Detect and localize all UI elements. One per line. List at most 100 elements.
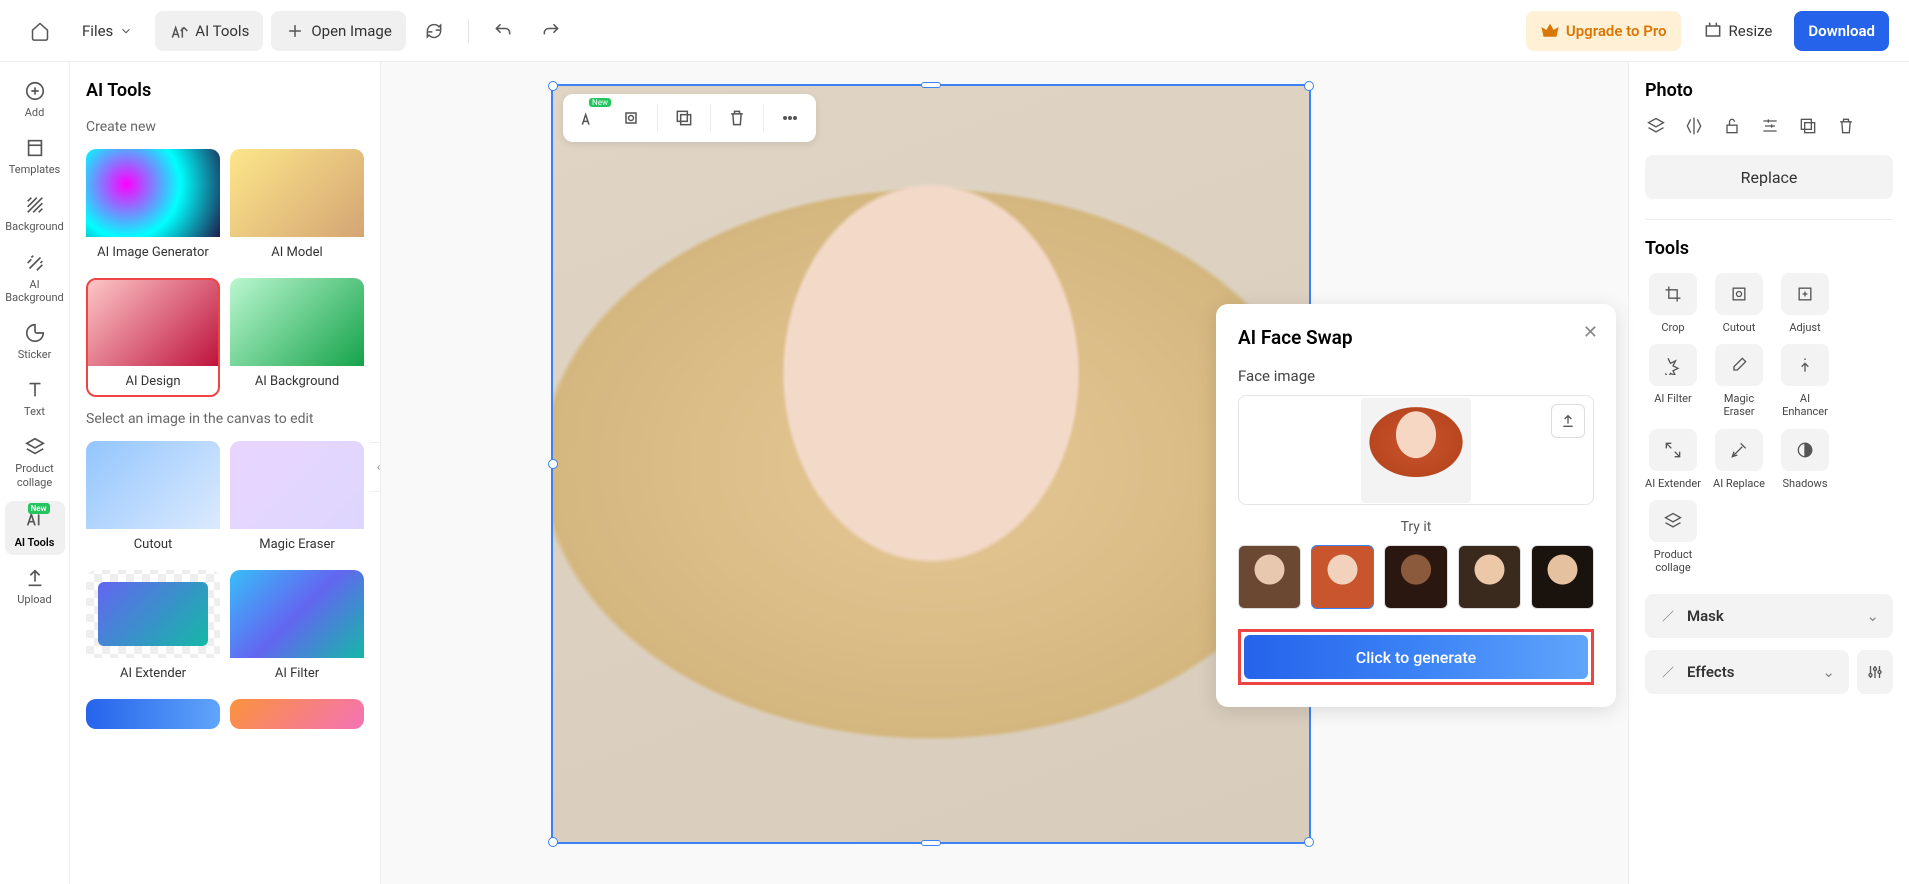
tool-ai-enhancer[interactable]: AI Enhancer — [1777, 344, 1833, 418]
nav-templates[interactable]: Templates — [5, 131, 65, 182]
upload-face-button[interactable] — [1551, 404, 1585, 438]
files-label: Files — [82, 22, 113, 40]
canvas-image[interactable]: New — [551, 84, 1311, 844]
files-menu[interactable]: Files — [68, 11, 147, 51]
face-option-2[interactable] — [1311, 545, 1374, 609]
new-badge: New — [28, 503, 50, 515]
nav-ai-background[interactable]: AI Background — [5, 246, 65, 310]
card-ai-model[interactable]: AI Model — [230, 149, 364, 268]
resize-handle-tl[interactable] — [548, 81, 558, 91]
selected-face-preview — [1361, 398, 1471, 503]
home-icon[interactable] — [20, 11, 60, 51]
select-hint: Select an image in the canvas to edit — [86, 411, 364, 427]
photo-heading: Photo — [1645, 80, 1893, 101]
sync-icon[interactable] — [414, 11, 454, 51]
card-more-1[interactable] — [86, 699, 220, 729]
replace-button[interactable]: Replace — [1645, 155, 1893, 199]
ai-tools-panel: AI Tools Create new AI Image Generator A… — [70, 62, 380, 884]
lock-icon[interactable] — [1721, 115, 1743, 137]
crop-action-icon[interactable] — [611, 100, 651, 136]
panel-title: AI Tools — [86, 80, 364, 101]
canvas[interactable]: New AI Face Swap ✕ Face image Try it — [380, 62, 1629, 884]
resize-label: Resize — [1729, 22, 1773, 40]
card-ai-image-generator[interactable]: AI Image Generator — [86, 149, 220, 268]
undo-icon[interactable] — [483, 11, 523, 51]
card-ai-filter[interactable]: AI Filter — [230, 570, 364, 689]
ai-tools-button[interactable]: AI Tools — [155, 11, 263, 51]
right-panel: Photo Replace Tools Crop Cutout Adjust A… — [1629, 62, 1909, 884]
nav-sticker[interactable]: Sticker — [5, 316, 65, 367]
effects-accordion[interactable]: Effects ⌄ — [1645, 650, 1849, 694]
nav-background[interactable]: Background — [5, 188, 65, 239]
nav-add[interactable]: Add — [5, 74, 65, 125]
tool-product-collage[interactable]: Product collage — [1645, 500, 1701, 574]
tool-ai-extender[interactable]: AI Extender — [1645, 429, 1701, 490]
duplicate-icon[interactable] — [664, 100, 704, 136]
open-image-button[interactable]: Open Image — [271, 11, 405, 51]
copy-icon[interactable] — [1797, 115, 1819, 137]
selection-toolbar: New — [563, 94, 816, 142]
tool-ai-replace[interactable]: AI Replace — [1711, 429, 1767, 490]
resize-handle-l[interactable] — [548, 459, 558, 469]
chevron-down-icon: ⌄ — [1866, 607, 1879, 625]
resize-handle-t[interactable] — [921, 82, 941, 88]
left-nav: Add Templates Background AI Background S… — [0, 62, 70, 884]
face-option-4[interactable] — [1458, 545, 1521, 609]
delete-icon[interactable] — [717, 100, 757, 136]
nav-product-collage[interactable]: Product collage — [5, 430, 65, 494]
card-ai-design[interactable]: AI Design — [86, 278, 220, 397]
open-image-label: Open Image — [311, 22, 391, 40]
mask-accordion[interactable]: Mask ⌄ — [1645, 594, 1893, 638]
card-ai-background[interactable]: AI Background — [230, 278, 364, 397]
nav-ai-tools[interactable]: NewAI Tools — [5, 501, 65, 555]
resize-handle-br[interactable] — [1304, 837, 1314, 847]
generate-button[interactable]: Click to generate — [1244, 635, 1588, 679]
face-option-1[interactable] — [1238, 545, 1301, 609]
trash-icon[interactable] — [1835, 115, 1857, 137]
try-it-label: Try it — [1238, 519, 1594, 535]
download-label: Download — [1808, 22, 1875, 40]
upgrade-label: Upgrade to Pro — [1566, 22, 1667, 40]
separator — [468, 19, 469, 43]
ai-tools-label: AI Tools — [195, 22, 249, 40]
resize-button[interactable]: Resize — [1689, 11, 1787, 51]
top-bar: Files AI Tools Open Image Upgrade to Pro… — [0, 0, 1909, 62]
chevron-down-icon: ⌄ — [1822, 663, 1835, 681]
card-magic-eraser[interactable]: Magic Eraser — [230, 441, 364, 560]
download-button[interactable]: Download — [1794, 11, 1889, 51]
nav-text[interactable]: Text — [5, 373, 65, 424]
align-icon[interactable] — [1759, 115, 1781, 137]
upgrade-button[interactable]: Upgrade to Pro — [1526, 11, 1681, 51]
resize-handle-tr[interactable] — [1304, 81, 1314, 91]
tools-heading: Tools — [1645, 238, 1893, 259]
face-options — [1238, 545, 1594, 609]
face-image-label: Face image — [1238, 367, 1594, 385]
popup-title: AI Face Swap — [1238, 326, 1594, 349]
close-icon[interactable]: ✕ — [1583, 322, 1598, 343]
face-option-5[interactable] — [1531, 545, 1594, 609]
face-input — [1238, 395, 1594, 505]
card-ai-extender[interactable]: AI Extender — [86, 570, 220, 689]
redo-icon[interactable] — [531, 11, 571, 51]
face-option-3[interactable] — [1384, 545, 1447, 609]
portrait-placeholder — [553, 86, 1309, 842]
face-swap-popup: AI Face Swap ✕ Face image Try it Click t… — [1216, 304, 1616, 707]
ai-action-icon[interactable]: New — [569, 100, 609, 136]
tool-cutout[interactable]: Cutout — [1711, 273, 1767, 334]
create-new-label: Create new — [86, 119, 364, 135]
resize-handle-bl[interactable] — [548, 837, 558, 847]
tool-crop[interactable]: Crop — [1645, 273, 1701, 334]
tool-shadows[interactable]: Shadows — [1777, 429, 1833, 490]
effects-settings-icon[interactable] — [1857, 650, 1893, 694]
generate-highlight: Click to generate — [1238, 629, 1594, 685]
tool-ai-filter[interactable]: AI Filter — [1645, 344, 1701, 418]
layers-icon[interactable] — [1645, 115, 1667, 137]
tool-magic-eraser[interactable]: Magic Eraser — [1711, 344, 1767, 418]
card-cutout[interactable]: Cutout — [86, 441, 220, 560]
more-icon[interactable] — [770, 100, 810, 136]
flip-icon[interactable] — [1683, 115, 1705, 137]
card-more-2[interactable] — [230, 699, 364, 729]
resize-handle-b[interactable] — [921, 840, 941, 846]
tool-adjust[interactable]: Adjust — [1777, 273, 1833, 334]
nav-upload[interactable]: Upload — [5, 561, 65, 612]
